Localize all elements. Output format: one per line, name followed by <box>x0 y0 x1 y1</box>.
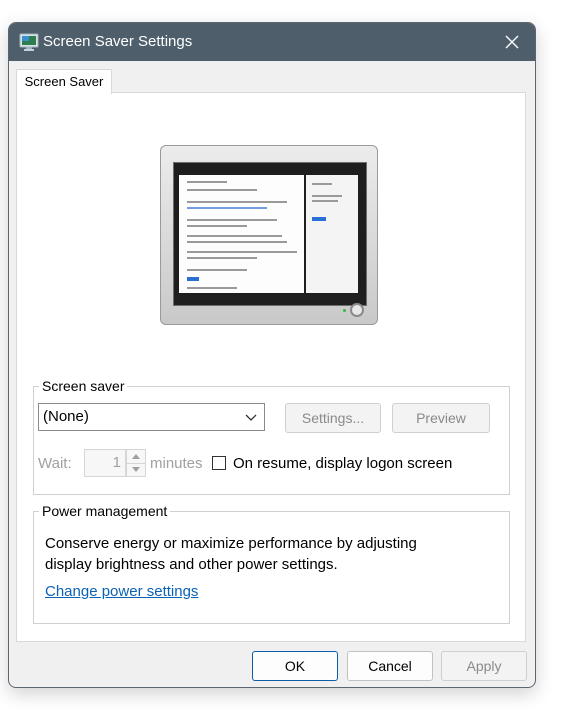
wait-spinner[interactable] <box>126 449 146 477</box>
preview-line <box>312 195 342 197</box>
minutes-label: minutes <box>150 455 203 472</box>
ok-button[interactable]: OK <box>252 651 338 681</box>
screen-saver-dropdown[interactable]: (None) <box>38 403 265 431</box>
tab-screen-saver[interactable]: Screen Saver <box>16 69 112 94</box>
power-description-line: display brightness and other power setti… <box>45 556 338 573</box>
preview-line <box>187 257 257 259</box>
caret-down-icon <box>132 467 140 472</box>
screen-saver-app-icon <box>19 32 39 52</box>
preview-line <box>187 181 227 183</box>
monitor-screen <box>173 162 367 306</box>
preview-line <box>187 207 267 209</box>
preview-line <box>187 287 237 289</box>
preview-line <box>187 189 257 191</box>
title-bar[interactable]: Screen Saver Settings <box>9 23 535 61</box>
settings-button[interactable]: Settings... <box>285 403 381 433</box>
preview-button <box>187 277 199 281</box>
screen-saver-group-label: Screen saver <box>39 378 128 394</box>
cancel-button[interactable]: Cancel <box>347 651 433 681</box>
preview-line <box>312 183 332 185</box>
preview-sidebar <box>306 175 358 293</box>
preview-button <box>312 217 326 221</box>
preview-line <box>187 235 282 237</box>
screen-saver-selected: (None) <box>43 408 89 425</box>
monitor-preview <box>160 145 378 325</box>
preview-page <box>179 175 304 293</box>
spin-up-button[interactable] <box>127 450 145 464</box>
caret-up-icon <box>132 454 140 459</box>
chevron-down-icon <box>244 404 258 430</box>
preview-line <box>187 219 277 221</box>
power-description-line: Conserve energy or maximize performance … <box>45 535 417 552</box>
preview-line <box>187 241 287 243</box>
preview-button[interactable]: Preview <box>392 403 490 433</box>
preview-line <box>187 225 247 227</box>
power-button-graphic <box>350 303 364 317</box>
logon-screen-checkbox[interactable] <box>212 456 226 470</box>
close-button[interactable] <box>489 23 535 61</box>
preview-line <box>187 269 247 271</box>
apply-button[interactable]: Apply <box>441 651 527 681</box>
wait-minutes-input[interactable]: 1 <box>84 449 126 477</box>
change-power-settings-link[interactable]: Change power settings <box>45 583 198 600</box>
close-icon <box>505 35 519 49</box>
logon-screen-label[interactable]: On resume, display logon screen <box>233 455 452 472</box>
preview-line <box>187 251 297 253</box>
power-management-group-label: Power management <box>39 503 171 519</box>
preview-taskbar <box>174 295 366 305</box>
power-management-description: Conserve energy or maximize performance … <box>45 533 465 575</box>
power-led <box>343 309 346 312</box>
preview-line <box>312 200 338 202</box>
window-title: Screen Saver Settings <box>43 33 193 50</box>
preview-line <box>187 201 287 203</box>
wait-label: Wait: <box>38 455 72 472</box>
spin-down-button[interactable] <box>127 463 145 476</box>
